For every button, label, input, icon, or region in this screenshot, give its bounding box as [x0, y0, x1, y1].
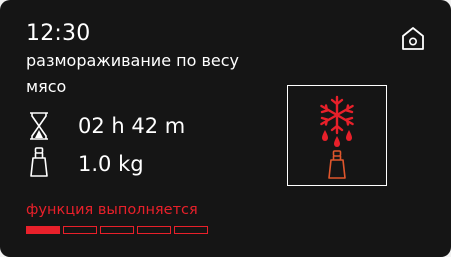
program-name: размораживание по весу — [26, 51, 239, 70]
clock-time: 12:30 — [26, 21, 91, 46]
progress-segment — [174, 226, 208, 234]
progress-segment — [137, 226, 171, 234]
weight-icon — [30, 147, 48, 177]
defrost-by-weight-icon — [320, 95, 354, 179]
progress-segment — [100, 226, 134, 234]
food-type: мясо — [26, 77, 67, 96]
status-text: функция выполняется — [26, 202, 198, 218]
hourglass-icon — [30, 112, 48, 140]
home-icon[interactable] — [400, 25, 426, 51]
remaining-duration: 02 h 42 m — [78, 114, 186, 138]
mode-panel — [287, 85, 387, 186]
food-weight: 1.0 kg — [78, 152, 144, 176]
oven-display: 12:30 размораживание по весу мясо 02 h 4… — [0, 0, 451, 257]
progress-bar — [26, 226, 208, 234]
progress-segment — [63, 226, 97, 234]
progress-segment — [26, 226, 60, 234]
